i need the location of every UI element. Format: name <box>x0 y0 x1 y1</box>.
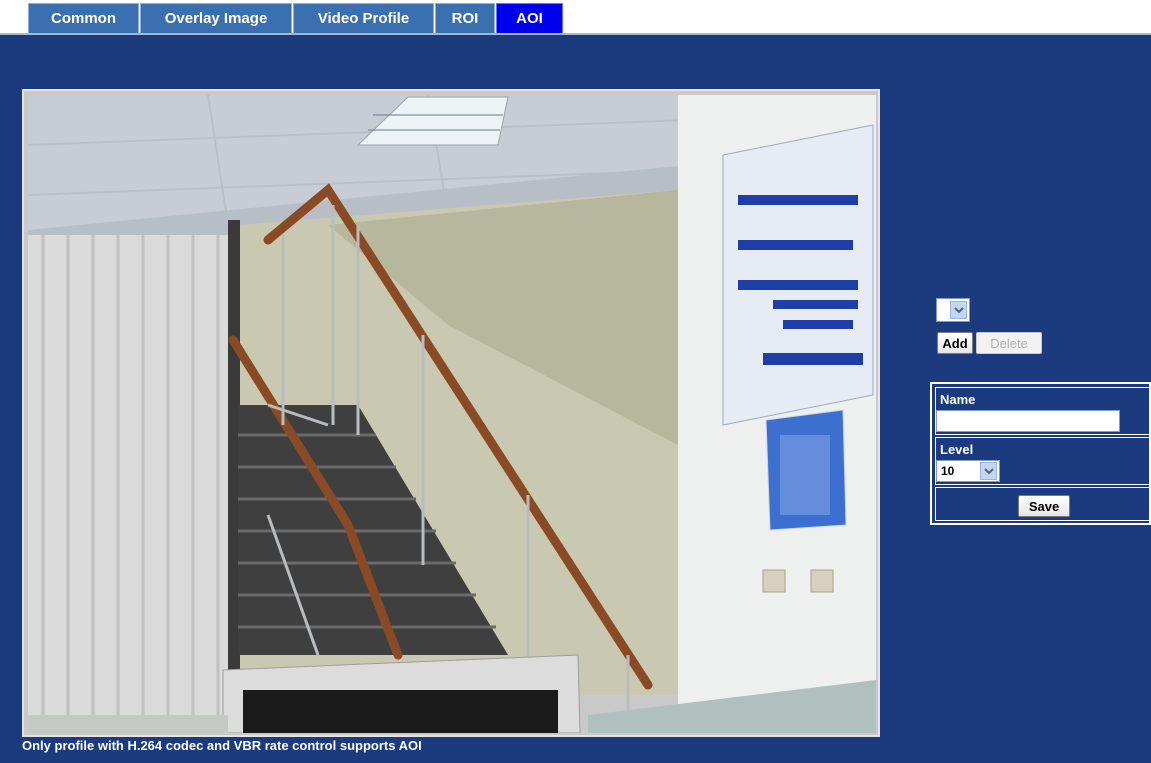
aoi-settings-form: Name Level 10 Save <box>930 382 1151 525</box>
tab-video-profile[interactable]: Video Profile <box>293 3 434 33</box>
aoi-support-note: Only profile with H.264 codec and VBR ra… <box>22 738 422 753</box>
camera-video-feed[interactable] <box>28 95 876 733</box>
tab-bar: Common Overlay Image Video Profile ROI A… <box>0 0 1151 35</box>
level-value: 10 <box>941 464 955 478</box>
name-label: Name <box>940 392 976 407</box>
aoi-panel: Only profile with H.264 codec and VBR ra… <box>0 35 1151 763</box>
tab-overlay-image[interactable]: Overlay Image <box>140 3 292 33</box>
video-preview-frame <box>22 89 880 737</box>
aoi-level-select[interactable]: 10 <box>936 460 1000 482</box>
chevron-down-icon <box>980 462 997 480</box>
level-label: Level <box>940 442 974 457</box>
add-button[interactable]: Add <box>937 332 973 354</box>
chevron-down-icon <box>950 301 967 319</box>
delete-button[interactable]: Delete <box>976 332 1042 354</box>
aoi-name-field[interactable] <box>936 410 1120 432</box>
aoi-profile-select[interactable] <box>936 298 970 322</box>
tab-common[interactable]: Common <box>28 3 139 33</box>
tab-aoi[interactable]: AOI <box>496 3 563 33</box>
save-button[interactable]: Save <box>1018 495 1070 517</box>
tab-roi[interactable]: ROI <box>435 3 495 33</box>
